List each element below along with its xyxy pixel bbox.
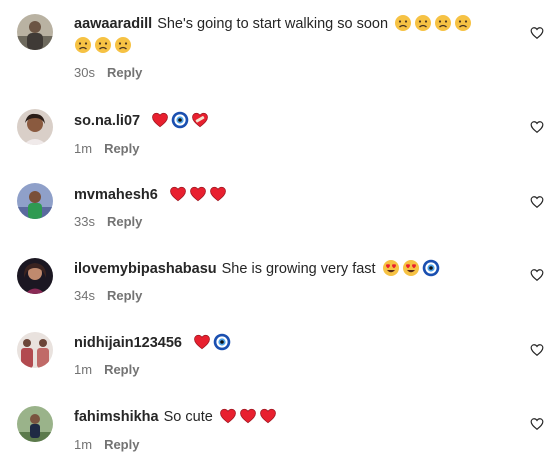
heart-eyes-face-icon xyxy=(402,259,420,284)
red-heart-icon xyxy=(189,185,207,210)
sad-face-icon xyxy=(434,14,452,39)
avatar[interactable] xyxy=(17,406,53,442)
reply-button[interactable]: Reply xyxy=(104,437,139,452)
sad-face-icon xyxy=(414,14,432,39)
comment-text: She's going to start walking so soon xyxy=(157,16,389,32)
reply-button[interactable]: Reply xyxy=(107,288,142,303)
mending-heart-icon xyxy=(191,111,209,136)
sad-face-icon xyxy=(94,36,112,61)
comment-username[interactable]: ilovemybipashabasu xyxy=(74,261,217,277)
comment-timestamp: 1m xyxy=(74,362,93,377)
comment-username[interactable]: so.na.li07 xyxy=(74,113,140,129)
comment-timestamp: 1m xyxy=(74,141,93,156)
like-heart-icon[interactable] xyxy=(530,195,544,209)
evil-eye-icon xyxy=(213,333,231,358)
avatar[interactable] xyxy=(17,14,53,50)
like-heart-icon[interactable] xyxy=(530,268,544,282)
comment-username[interactable]: mvmahesh6 xyxy=(74,187,158,203)
comment-username[interactable]: nidhijain123456 xyxy=(74,335,182,351)
comment-timestamp: 1m xyxy=(74,437,93,452)
reply-button[interactable]: Reply xyxy=(107,65,142,80)
red-heart-icon xyxy=(239,407,257,432)
evil-eye-icon xyxy=(171,111,189,136)
comment-text: So cute xyxy=(163,409,213,425)
sad-face-icon xyxy=(114,36,132,61)
sad-face-icon xyxy=(394,14,412,39)
red-heart-icon xyxy=(209,185,227,210)
avatar[interactable] xyxy=(17,332,53,368)
like-heart-icon[interactable] xyxy=(530,417,544,431)
heart-eyes-face-icon xyxy=(382,259,400,284)
red-heart-icon xyxy=(151,111,169,136)
reply-button[interactable]: Reply xyxy=(104,141,139,156)
comment-username[interactable]: aawaaradill xyxy=(74,16,152,32)
sad-face-icon xyxy=(74,36,92,61)
sad-face-icon xyxy=(454,14,472,39)
red-heart-icon xyxy=(219,407,237,432)
avatar[interactable] xyxy=(17,258,53,294)
red-heart-icon xyxy=(193,333,211,358)
like-heart-icon[interactable] xyxy=(530,343,544,357)
like-heart-icon[interactable] xyxy=(530,26,544,40)
comment-timestamp: 33s xyxy=(74,214,95,229)
red-heart-icon xyxy=(259,407,277,432)
comment-text: She is growing very fast xyxy=(221,261,376,277)
reply-button[interactable]: Reply xyxy=(107,214,142,229)
like-heart-icon[interactable] xyxy=(530,120,544,134)
avatar[interactable] xyxy=(17,183,53,219)
comment-username[interactable]: fahimshikha xyxy=(74,409,159,425)
comment-timestamp: 34s xyxy=(74,288,95,303)
avatar[interactable] xyxy=(17,109,53,145)
red-heart-icon xyxy=(169,185,187,210)
comment-list: aawaaradill She's going to start walking … xyxy=(0,0,553,471)
evil-eye-icon xyxy=(422,259,440,284)
comment-timestamp: 30s xyxy=(74,65,95,80)
reply-button[interactable]: Reply xyxy=(104,362,139,377)
